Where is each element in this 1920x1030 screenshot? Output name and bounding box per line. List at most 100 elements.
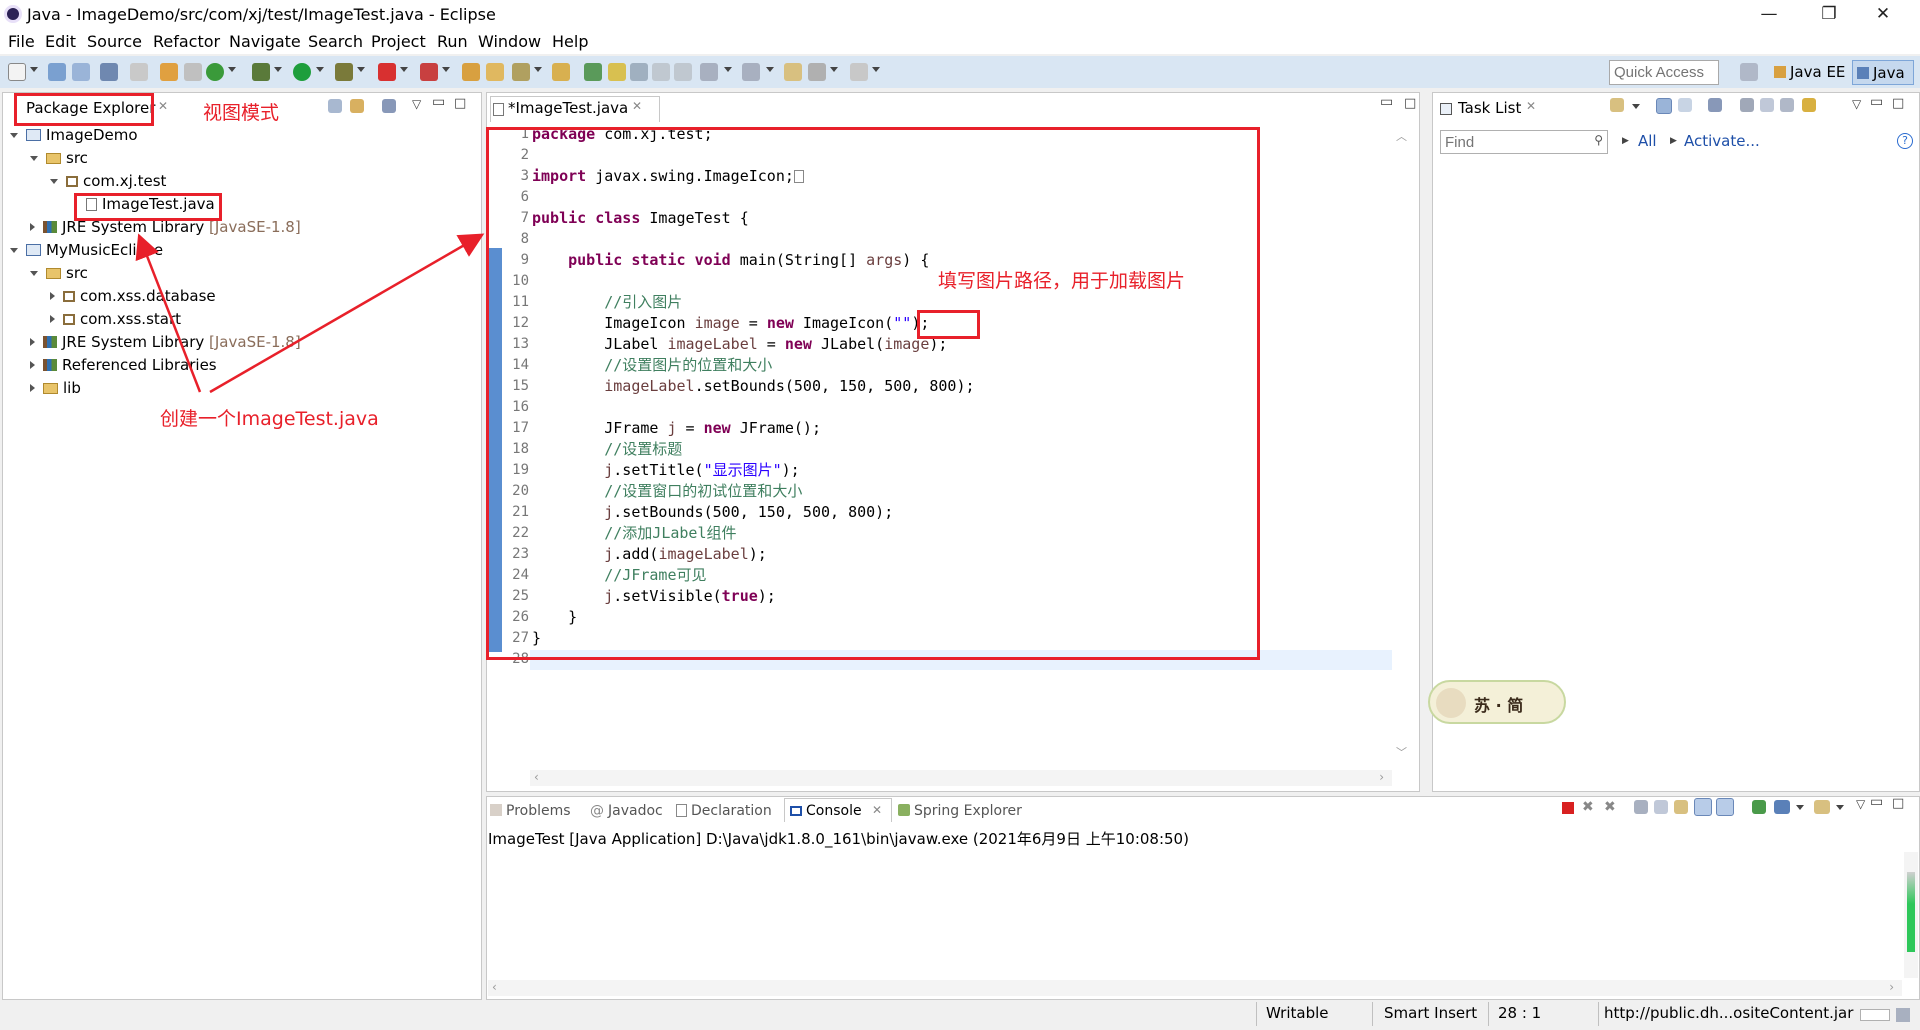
print-icon[interactable]	[100, 63, 118, 81]
chevron-down-icon[interactable]	[872, 67, 880, 72]
chevron-down-icon[interactable]	[766, 67, 774, 72]
hide-completed-icon[interactable]	[1740, 98, 1754, 112]
editor-vertical-scrollbar[interactable]: ︿ ﹀	[1394, 126, 1408, 766]
word-wrap-icon[interactable]	[1674, 800, 1688, 814]
menu-window[interactable]: Window	[478, 32, 541, 51]
minimize-view-icon[interactable]: ▭	[1870, 794, 1883, 810]
search-icon[interactable]: ⚲	[1594, 133, 1603, 147]
restore-button[interactable]: ❐	[1804, 0, 1854, 30]
chevron-down-icon[interactable]	[10, 248, 18, 253]
toggle-mark-icon[interactable]	[130, 63, 148, 81]
tree-item-referenced-libraries[interactable]: Referenced Libraries	[30, 354, 217, 377]
chevron-right-icon[interactable]	[50, 292, 55, 300]
close-icon[interactable]: ✕	[158, 99, 168, 113]
maximize-view-icon[interactable]: □	[1892, 796, 1904, 811]
last-edit-icon[interactable]	[784, 63, 802, 81]
view-menu-icon[interactable]: ▽	[1852, 97, 1861, 111]
tree-item-src[interactable]: src	[30, 262, 88, 285]
open-type-icon[interactable]	[184, 63, 202, 81]
tree-item-package[interactable]: com.xss.start	[50, 308, 181, 331]
scroll-up-icon[interactable]: ︿	[1396, 128, 1407, 144]
tab-spring-explorer[interactable]: Spring Explorer	[898, 803, 1022, 819]
tab-problems[interactable]: Problems	[490, 803, 571, 819]
chevron-right-icon[interactable]	[30, 361, 35, 369]
minimize-view-icon[interactable]: ▭	[432, 94, 445, 110]
chevron-down-icon[interactable]	[30, 67, 38, 72]
remove-all-icon[interactable]: ✖	[1604, 799, 1616, 815]
build-icon[interactable]	[160, 63, 178, 81]
block-select-icon[interactable]	[630, 63, 648, 81]
scroll-thumb[interactable]	[1907, 872, 1915, 952]
task-find-input[interactable]	[1445, 132, 1585, 152]
scroll-lock-icon[interactable]	[1654, 800, 1668, 814]
editor-horizontal-scrollbar[interactable]: ‹ ›	[530, 770, 1392, 786]
task-find-field[interactable]: ⚲	[1440, 130, 1608, 154]
chevron-down-icon[interactable]	[30, 271, 38, 276]
perspective-java[interactable]: Java	[1852, 60, 1914, 85]
maximize-view-icon[interactable]: □	[1404, 96, 1416, 111]
menu-project[interactable]: Project	[371, 32, 426, 51]
pilcrow-icon[interactable]	[674, 63, 692, 81]
perspective-java-ee[interactable]: Java EE	[1770, 60, 1849, 85]
run-icon[interactable]	[293, 63, 311, 81]
menu-source[interactable]: Source	[87, 32, 142, 51]
scroll-down-icon[interactable]: ﹀	[1396, 744, 1407, 760]
scroll-left-icon[interactable]: ‹	[534, 770, 539, 784]
chevron-down-icon[interactable]	[400, 67, 408, 72]
help-icon[interactable]: ?	[1897, 133, 1913, 149]
focus-icon[interactable]	[382, 99, 396, 113]
remove-launch-icon[interactable]: ✖	[1582, 799, 1594, 815]
minimize-view-icon[interactable]: ▭	[1380, 94, 1393, 110]
scroll-left-icon[interactable]: ‹	[492, 980, 497, 994]
tree-item-jre[interactable]: JRE System Library [JavaSE-1.8]	[30, 331, 301, 354]
minimize-button[interactable]: —	[1744, 0, 1794, 30]
close-icon[interactable]: ✕	[1526, 99, 1536, 113]
open-project-icon[interactable]	[486, 63, 504, 81]
scroll-right-icon[interactable]: ›	[1889, 980, 1894, 994]
menu-run[interactable]: Run	[437, 32, 468, 51]
minimize-view-icon[interactable]: ▭	[1870, 94, 1883, 110]
menu-file[interactable]: File	[8, 32, 35, 51]
chevron-down-icon[interactable]	[228, 67, 236, 72]
chevron-down-icon[interactable]	[316, 67, 324, 72]
scheduled-icon[interactable]	[1678, 98, 1692, 112]
tree-item-imagedemo[interactable]: ImageDemo	[10, 124, 138, 147]
prev-annotation-icon[interactable]	[742, 63, 760, 81]
new-java-icon[interactable]	[206, 63, 224, 81]
save-all-icon[interactable]	[72, 63, 90, 81]
highlight-icon[interactable]	[608, 63, 626, 81]
close-icon[interactable]: ✕	[872, 803, 882, 817]
tree-item-lib[interactable]: lib	[30, 377, 81, 400]
tab-task-list[interactable]: Task List	[1458, 99, 1521, 117]
new-icon[interactable]	[8, 63, 26, 81]
close-button[interactable]: ✕	[1858, 0, 1908, 30]
display-console-icon[interactable]	[1774, 800, 1790, 814]
chevron-right-icon[interactable]	[30, 384, 35, 392]
chevron-down-icon[interactable]	[1836, 805, 1844, 810]
quick-access-input[interactable]	[1609, 60, 1719, 85]
tab-declaration[interactable]: Declaration	[676, 803, 772, 819]
open-task-icon[interactable]	[552, 63, 570, 81]
editor-tab-label[interactable]: *ImageTest.java	[508, 99, 628, 117]
debug-icon[interactable]	[252, 63, 270, 81]
forward-icon[interactable]	[850, 63, 868, 81]
chevron-down-icon[interactable]	[274, 67, 282, 72]
new-task-icon[interactable]	[1610, 98, 1624, 112]
console-horizontal-scrollbar[interactable]: ‹ ›	[488, 980, 1902, 996]
repositories-icon[interactable]	[1802, 98, 1816, 112]
show-stderr-icon[interactable]	[1716, 798, 1734, 816]
open-console-icon[interactable]	[1814, 800, 1830, 814]
progress-icon[interactable]	[1896, 1008, 1910, 1022]
open-perspective-icon[interactable]	[1740, 63, 1758, 81]
tree-item-mymusiceclipse[interactable]: MyMusicEclipse	[10, 239, 163, 262]
collapse-all-icon[interactable]	[1780, 98, 1794, 112]
chevron-right-icon[interactable]	[50, 315, 55, 323]
focus-icon[interactable]	[1708, 98, 1722, 112]
tab-javadoc[interactable]: @ Javadoc	[590, 803, 663, 819]
all-link[interactable]: All	[1638, 132, 1657, 150]
save-icon[interactable]	[48, 63, 66, 81]
pin-console-icon[interactable]	[1752, 800, 1766, 814]
categorized-icon[interactable]	[1656, 98, 1672, 114]
tab-console[interactable]: Console	[790, 803, 862, 819]
link-with-editor-icon[interactable]	[350, 99, 364, 113]
